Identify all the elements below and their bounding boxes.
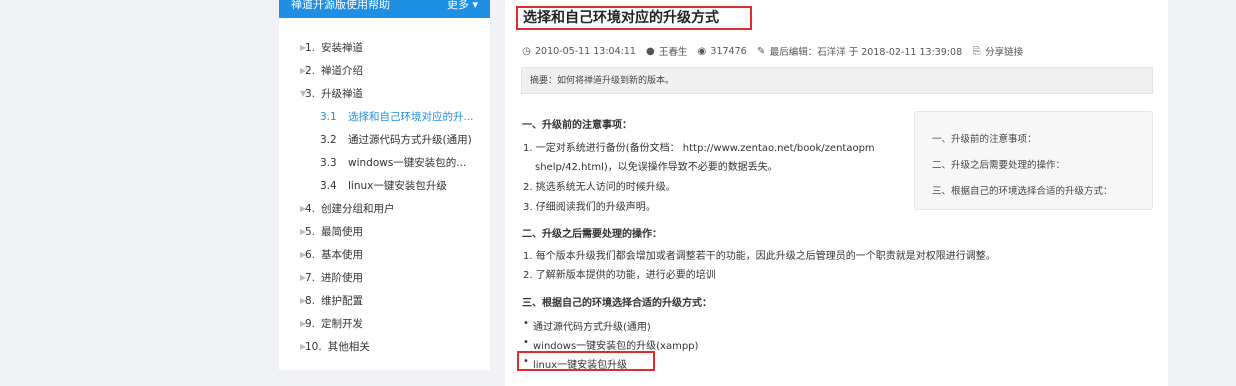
toc-item-2[interactable]: ▶ 2. 禅道介绍 — [279, 59, 490, 82]
section-1-line-1: 1. 一定对系统进行备份(备份文档： http://www.zentao.net… — [523, 143, 875, 154]
chevron-right-icon: ▶ — [300, 204, 307, 213]
section-2-title: 二、升级之后需要处理的操作： — [522, 229, 662, 240]
view-count: 317476 — [710, 45, 747, 57]
article-toc-item[interactable]: 一、升级前的注意事项： — [932, 131, 1037, 145]
toc-item-9[interactable]: ▶ 9. 定制开发 — [279, 312, 490, 335]
chevron-right-icon: ▶ — [300, 319, 307, 328]
toc-item-6[interactable]: ▶ 6. 基本使用 — [279, 243, 490, 266]
upgrade-option-link[interactable]: windows一键安装包的升级(xampp) — [523, 337, 698, 352]
chevron-down-icon: ▼ — [300, 89, 307, 98]
chevron-right-icon: ▶ — [300, 342, 307, 351]
section-1-line-3: 3. 仔细阅读我们的升级声明。 — [523, 202, 656, 213]
section-1-line-1-cont: shelp/42.html)，以免误操作导致不必要的数据丢失。 — [535, 162, 778, 173]
toc-subitem-3-3[interactable]: 3.3 windows一键安装包的... — [279, 151, 490, 174]
toc-subitem-3-4[interactable]: 3.4 linux一键安装包升级 — [279, 174, 490, 197]
section-1-title: 一、升级前的注意事项： — [522, 120, 632, 131]
author-link[interactable]: 王春生 — [659, 44, 688, 58]
chevron-right-icon: ▶ — [300, 66, 307, 75]
section-1-line-2: 2. 挑选系统无人访问的时候升级。 — [523, 182, 676, 193]
sidebar: 禅道开源版使用帮助 更多 ▾ ▶ 1. 安装禅道 ▶ 2. 禅道介绍 ▼ 3. 升级禅道 3… — [279, 0, 490, 370]
chevron-right-icon: ▶ — [300, 296, 307, 305]
sidebar-header-title: 禅道开源版使用帮助 — [291, 0, 390, 11]
toc-item-4[interactable]: ▶ 4. 创建分组和用户 — [279, 197, 490, 220]
article-toc-item[interactable]: 二、升级之后需要处理的操作： — [932, 157, 1065, 171]
toc-item-8[interactable]: ▶ 8. 维护配置 — [279, 289, 490, 312]
page-title: 选择和自己环境对应的升级方式 — [516, 6, 752, 30]
clock-icon: ◷ — [522, 45, 531, 57]
toc-item-7[interactable]: ▶ 7. 进阶使用 — [279, 266, 490, 289]
share-link[interactable]: 分享链接 — [985, 44, 1023, 58]
last-edit: 最后编辑：石洋洋 于 2018-02-11 13:39:08 — [769, 47, 963, 58]
summary-box: 摘要：如何将禅道升级到新的版本。 — [521, 67, 1153, 94]
article-meta: ◷ 2010-05-11 13:04:11 ● 王春生 ◉ 317476 ✎ 最后编辑：… — [521, 44, 1032, 59]
sidebar-header: 禅道开源版使用帮助 更多 ▾ — [279, 0, 490, 18]
highlight-box — [517, 351, 655, 371]
toc-subitem-3-2[interactable]: 3.2 通过源代码方式升级(通用) — [279, 128, 490, 151]
chevron-right-icon: ▶ — [300, 273, 307, 282]
toc-item-5[interactable]: ▶ 5. 最简使用 — [279, 220, 490, 243]
eye-icon: ◉ — [697, 45, 707, 57]
upgrade-option-link[interactable]: 通过源代码方式升级(通用) — [523, 318, 651, 333]
chevron-right-icon: ▶ — [300, 250, 307, 259]
toc-item-1[interactable]: ▶ 1. 安装禅道 — [279, 36, 490, 59]
chevron-right-icon: ▶ — [300, 43, 307, 52]
article-toc: 一、升级前的注意事项： 二、升级之后需要处理的操作： 三、根据自己的环境选择合适… — [914, 111, 1153, 210]
article: 选择和自己环境对应的升级方式 ◷ 2010-05-11 13:04:11 ● 王春生… — [505, 0, 1168, 386]
section-2-line-2: 2. 了解新版本提供的功能，进行必要的培训 — [523, 270, 716, 281]
section-2-line-1: 1. 每个版本升级我们都会增加或者调整若干的功能，因此升级之后管理员的一个职责就… — [523, 251, 996, 262]
share-icon: ⎘ — [972, 45, 981, 57]
publish-date: 2010-05-11 13:04:11 — [535, 45, 636, 57]
toc-item-10[interactable]: ▶ 10. 其他相关 — [279, 335, 490, 358]
article-toc-item[interactable]: 三、根据自己的环境选择合适的升级方式： — [932, 183, 1113, 197]
toc-list: ▶ 1. 安装禅道 ▶ 2. 禅道介绍 ▼ 3. 升级禅道 3.1 选择和自己环境对应的升..… — [279, 18, 490, 358]
user-icon: ● — [646, 45, 655, 57]
chevron-right-icon: ▶ — [300, 227, 307, 236]
section-3-title: 三、根据自己的环境选择合适的升级方式： — [522, 298, 712, 309]
toc-subitem-3-1[interactable]: 3.1 选择和自己环境对应的升... — [279, 105, 490, 128]
edit-icon: ✎ — [756, 45, 766, 57]
toc-item-3[interactable]: ▼ 3. 升级禅道 — [279, 82, 490, 105]
more-button[interactable]: 更多 ▾ — [447, 0, 478, 12]
